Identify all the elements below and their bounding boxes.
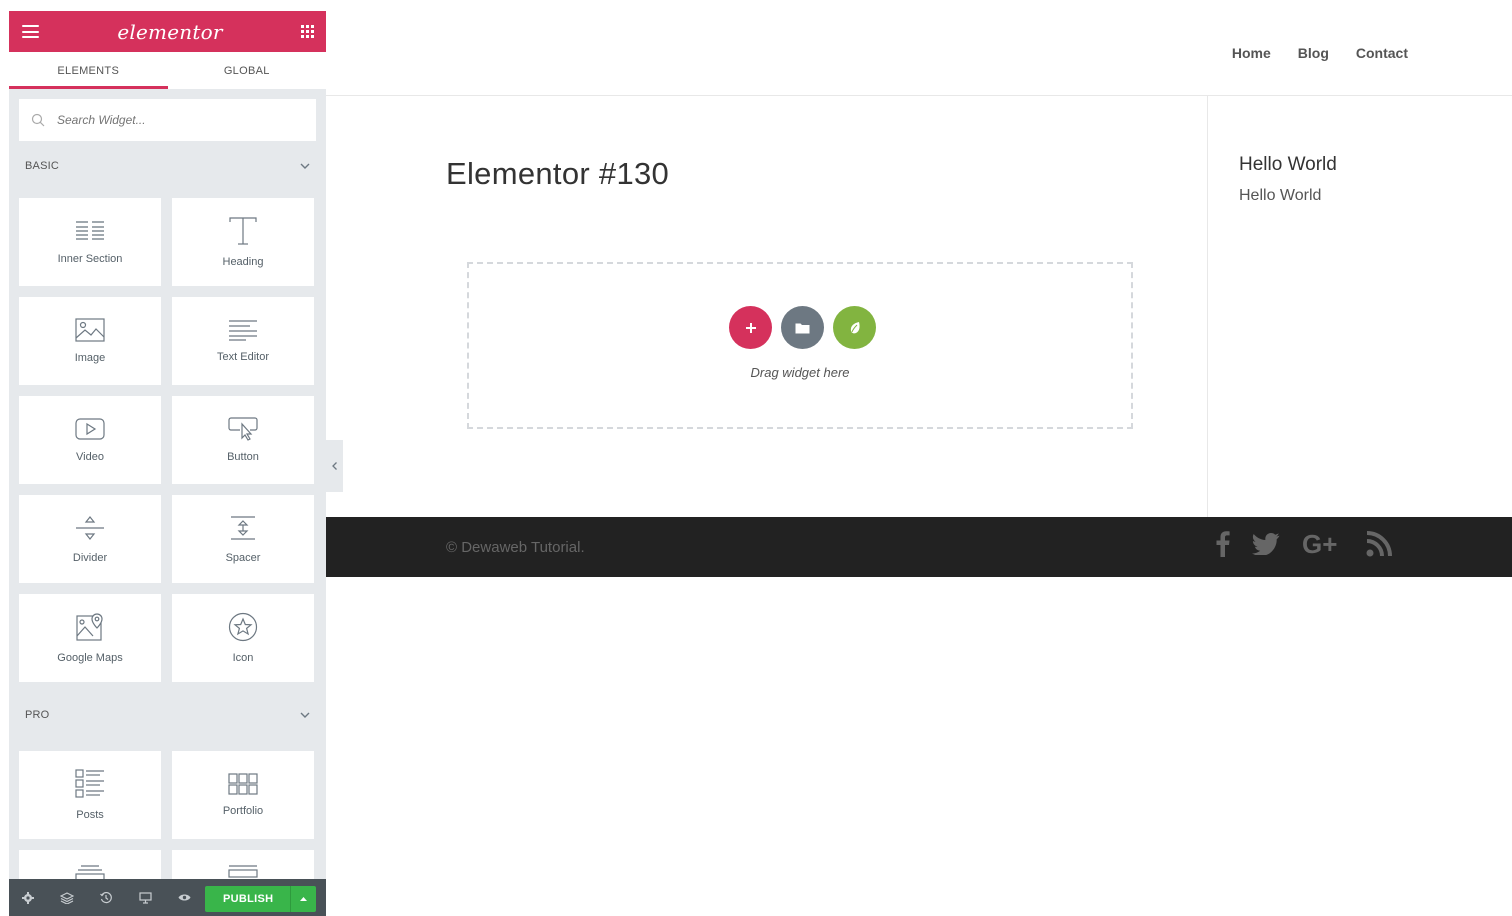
spacer-icon: [231, 516, 255, 540]
portfolio-icon: [228, 773, 258, 795]
tab-global[interactable]: GLOBAL: [168, 52, 327, 89]
basic-widgets: Inner Section Heading Image Text Editor …: [9, 191, 326, 682]
widget-text-editor[interactable]: Text Editor: [172, 297, 314, 385]
video-icon: [75, 418, 105, 440]
social-links: G+: [1216, 531, 1392, 557]
site-header: Home Blog Contact: [326, 0, 1512, 96]
page-preview: Home Blog Contact Elementor #130 Drag wi…: [326, 0, 1512, 916]
plus-icon: [745, 322, 756, 333]
caret-up-icon: [300, 897, 307, 901]
add-section-button[interactable]: [729, 306, 772, 349]
site-footer: © Dewaweb Tutorial. G+: [326, 517, 1512, 577]
chevron-down-icon: [300, 163, 310, 169]
svg-text:G+: G+: [1302, 532, 1337, 556]
dropzone-text: Drag widget here: [750, 365, 850, 380]
elementor-editor: elementor ELEMENTS GLOBAL BASIC Inner Se…: [0, 0, 1512, 916]
panel-footer: PUBLISH: [9, 879, 326, 916]
widgets-grid-icon[interactable]: [300, 25, 314, 38]
preview-eye-icon[interactable]: [177, 891, 191, 905]
sidebar-divider: [1207, 96, 1208, 517]
facebook-icon[interactable]: [1216, 531, 1230, 557]
chevron-down-icon: [300, 712, 310, 718]
navigator-icon[interactable]: [60, 891, 74, 905]
widget-label: Spacer: [225, 552, 261, 564]
menu-icon[interactable]: [22, 25, 39, 38]
widget-label: Heading: [222, 256, 264, 268]
publish-options-button[interactable]: [290, 886, 316, 912]
button-icon: [228, 417, 258, 441]
dropzone-buttons: [729, 306, 876, 349]
google-maps-icon: [76, 613, 103, 641]
inner-section-icon: [76, 221, 104, 240]
elementor-logo: elementor: [117, 19, 223, 44]
heading-icon: [229, 217, 257, 245]
divider-icon: [76, 516, 104, 540]
elementor-panel: elementor ELEMENTS GLOBAL BASIC Inner Se…: [9, 11, 326, 916]
widget-icon[interactable]: Icon: [172, 594, 314, 682]
envato-leaf-icon: [850, 321, 860, 333]
widget-button[interactable]: Button: [172, 396, 314, 484]
site-nav: Home Blog Contact: [1232, 45, 1408, 61]
nav-contact[interactable]: Contact: [1356, 45, 1408, 61]
responsive-desktop-icon[interactable]: [138, 891, 152, 905]
posts-icon: [75, 769, 104, 798]
text-editor-icon: [229, 320, 257, 341]
section-basic-title: BASIC: [25, 160, 60, 172]
widget-label: Video: [76, 451, 104, 463]
twitter-icon[interactable]: [1252, 533, 1280, 555]
section-pro-title: PRO: [25, 709, 50, 721]
panel-tabs: ELEMENTS GLOBAL: [9, 52, 326, 89]
section-pro[interactable]: PRO: [9, 690, 326, 740]
widget-label: Posts: [76, 809, 104, 821]
widget-heading[interactable]: Heading: [172, 198, 314, 286]
sidebar-widget-link[interactable]: Hello World: [1239, 187, 1337, 205]
page-title: Elementor #130: [446, 156, 670, 191]
search-box: [19, 99, 316, 141]
widget-label: Divider: [72, 552, 108, 564]
widget-google-maps[interactable]: Google Maps: [19, 594, 161, 682]
widget-video[interactable]: Video: [19, 396, 161, 484]
widget-spacer[interactable]: Spacer: [172, 495, 314, 583]
section-basic[interactable]: BASIC: [9, 141, 326, 191]
search-icon: [31, 113, 45, 127]
tab-elements[interactable]: ELEMENTS: [9, 52, 168, 89]
sidebar-widget-title: Hello World: [1239, 154, 1337, 175]
envato-kit-button[interactable]: [833, 306, 876, 349]
settings-icon[interactable]: [21, 891, 35, 905]
image-icon: [75, 318, 105, 342]
star-icon: [228, 612, 258, 642]
nav-blog[interactable]: Blog: [1298, 45, 1329, 61]
widget-label: Button: [227, 451, 259, 463]
widget-inner-section[interactable]: Inner Section: [19, 198, 161, 286]
widget-divider[interactable]: Divider: [19, 495, 161, 583]
nav-home[interactable]: Home: [1232, 45, 1271, 61]
widget-label: Image: [74, 352, 106, 364]
page-content: Elementor #130 Drag widget here Hello Wo…: [326, 96, 1512, 517]
left-margin: [0, 0, 9, 916]
widget-image[interactable]: Image: [19, 297, 161, 385]
search-input[interactable]: [57, 113, 287, 127]
widget-label: Text Editor: [217, 351, 269, 363]
widget-label: Portfolio: [222, 805, 264, 817]
rss-icon[interactable]: [1366, 531, 1392, 557]
drop-zone[interactable]: Drag widget here: [467, 262, 1133, 429]
add-template-button[interactable]: [781, 306, 824, 349]
widget-label: Google Maps: [57, 652, 123, 664]
widget-portfolio[interactable]: Portfolio: [172, 751, 314, 839]
publish-button[interactable]: PUBLISH: [205, 886, 292, 912]
google-plus-icon[interactable]: G+: [1302, 532, 1344, 556]
panel-header: elementor: [9, 11, 326, 52]
sidebar-widget: Hello World Hello World: [1239, 154, 1337, 205]
widget-label: Icon: [232, 652, 254, 664]
folder-icon: [795, 323, 810, 333]
widget-posts[interactable]: Posts: [19, 751, 161, 839]
history-icon[interactable]: [99, 891, 113, 905]
footer-copyright: © Dewaweb Tutorial.: [446, 539, 585, 556]
widget-label: Inner Section: [57, 253, 123, 265]
